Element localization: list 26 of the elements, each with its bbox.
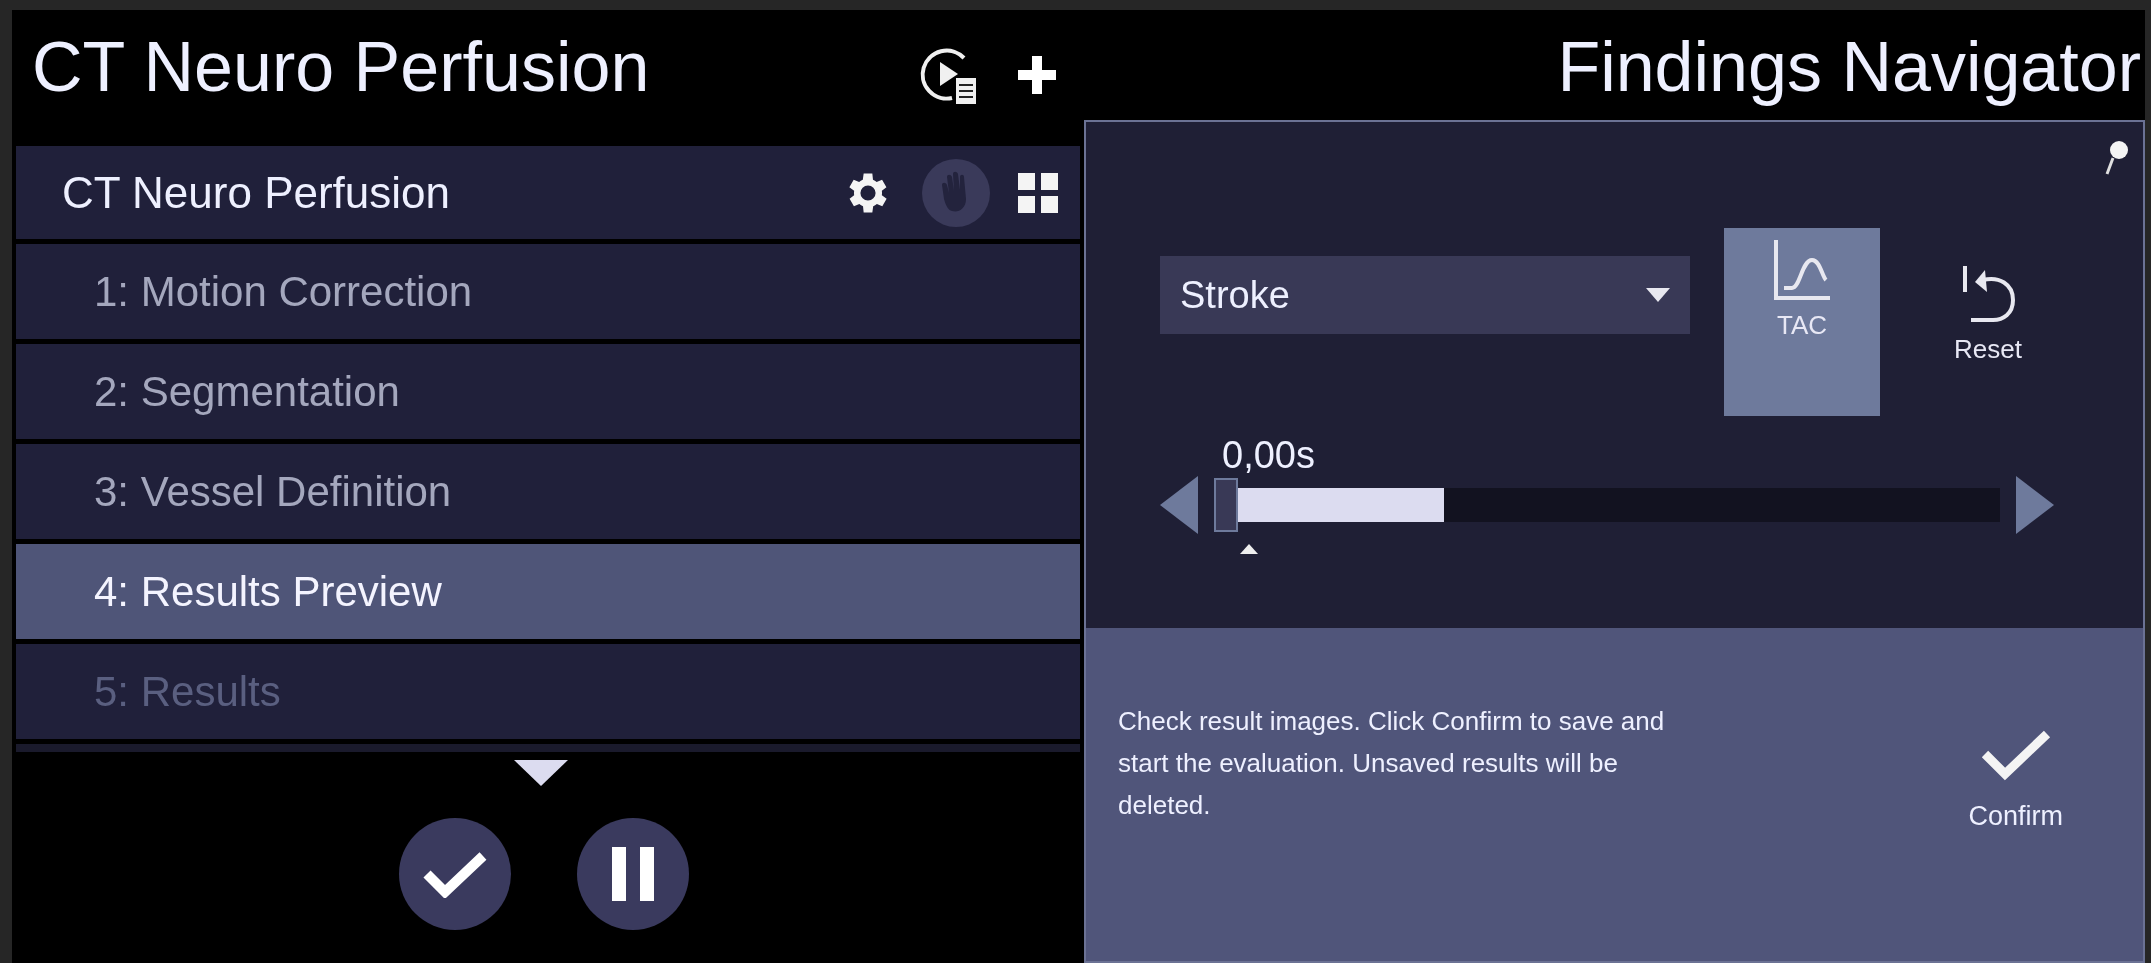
pin-icon[interactable] — [2105, 140, 2129, 176]
step-back-icon[interactable] — [1160, 476, 1198, 534]
condition-dropdown[interactable]: Stroke — [1160, 256, 1690, 334]
time-slider[interactable] — [1238, 488, 2000, 522]
expand-down-icon[interactable] — [514, 760, 568, 786]
check-icon — [423, 850, 487, 898]
panel-title: Findings Navigator — [1557, 30, 2141, 104]
workflow-step[interactable]: 4: Results Preview — [16, 544, 1080, 639]
app-title: CT Neuro Perfusion — [32, 30, 650, 104]
grid-icon[interactable] — [1018, 172, 1058, 213]
curve-chart-icon — [1772, 238, 1832, 302]
workflow-title: CT Neuro Perfusion — [62, 166, 451, 219]
tool-button[interactable]: Reset — [1910, 228, 2066, 416]
workflow-step[interactable]: 2: Segmentation — [16, 344, 1080, 439]
marker-icon — [1240, 544, 1258, 554]
time-reading: 0,00s — [1222, 434, 1315, 476]
workflow-step[interactable]: 3: Vessel Definition — [16, 444, 1080, 539]
check-icon — [1980, 728, 2051, 782]
workflow-step[interactable]: 1: Motion Correction — [16, 244, 1080, 339]
pause-icon — [610, 847, 656, 901]
tool-button[interactable]: TAC — [1724, 228, 1880, 416]
confirm-button[interactable]: Confirm — [1968, 728, 2063, 837]
instruction-text: Check result images. Click Confirm to save and start the evaluation. Unsaved results will be deleted. — [1118, 705, 1666, 822]
caret-down-icon — [1646, 288, 1670, 302]
step-forward-icon[interactable] — [2016, 476, 2054, 534]
slider-thumb[interactable] — [1214, 478, 1238, 532]
